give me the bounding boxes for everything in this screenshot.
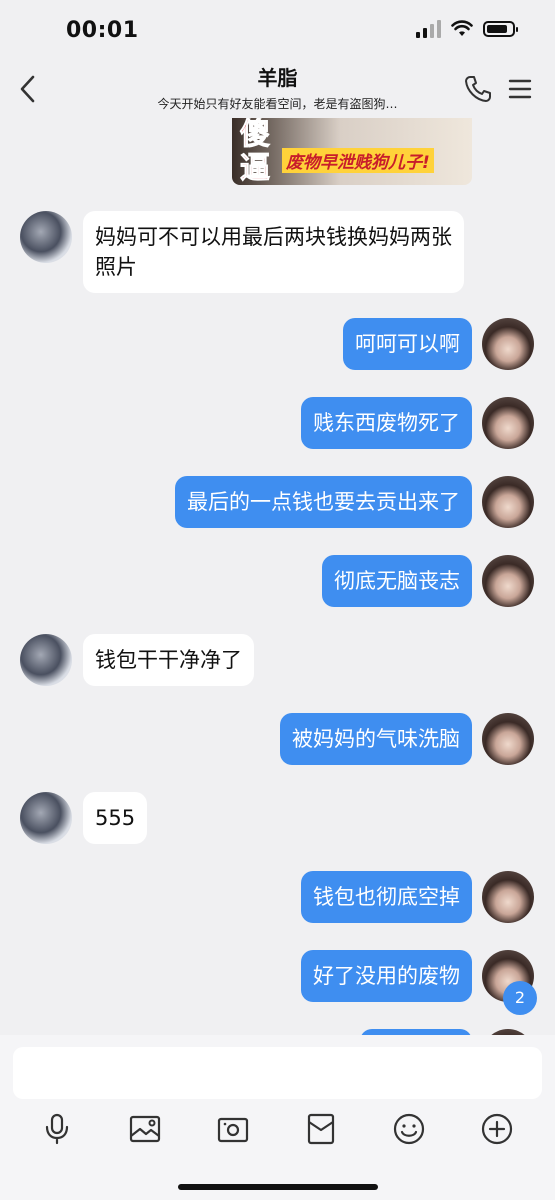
battery-icon — [483, 21, 518, 37]
unread-count-badge[interactable]: 2 — [503, 981, 537, 1015]
plus-icon[interactable] — [480, 1112, 514, 1146]
phone-call-icon[interactable] — [463, 74, 493, 104]
photo-icon[interactable] — [128, 1112, 162, 1146]
contact-avatar[interactable] — [20, 792, 72, 844]
my-avatar[interactable] — [482, 476, 534, 528]
my-avatar[interactable] — [482, 871, 534, 923]
signal-icon — [416, 20, 441, 38]
contact-avatar[interactable] — [20, 211, 72, 263]
chat-messages[interactable]: 傻逼 废物早泄贱狗儿子! 妈妈可不可以用最后两块钱换妈妈两张照片 呵呵可以啊 贱… — [0, 118, 555, 1035]
message-bubble[interactable]: 呵呵可以啊 — [343, 318, 472, 370]
emoji-icon[interactable] — [392, 1112, 426, 1146]
message-bubble[interactable]: 好了没用的废物 — [301, 950, 472, 1002]
status-time: 00:01 — [66, 18, 139, 43]
message-bubble[interactable]: 妈妈可不可以用最后两块钱换妈妈两张照片 — [83, 211, 464, 293]
composer-panel — [0, 1035, 555, 1200]
red-packet-icon[interactable] — [304, 1112, 338, 1146]
my-avatar[interactable] — [482, 713, 534, 765]
contact-avatar[interactable] — [20, 634, 72, 686]
message-bubble[interactable]: 贱东西废物死了 — [301, 397, 472, 449]
status-bar: 00:01 — [0, 0, 555, 62]
menu-icon[interactable] — [505, 74, 535, 104]
image-text: 傻逼 — [240, 118, 271, 185]
message-input[interactable] — [13, 1047, 542, 1099]
image-caption: 废物早泄贱狗儿子! — [282, 148, 434, 173]
chat-header: 羊脂 今天开始只有好友能看空间，老是有盗图狗… — [0, 62, 555, 118]
my-avatar[interactable] — [482, 555, 534, 607]
message-bubble[interactable]: 555 — [83, 792, 148, 844]
camera-icon[interactable] — [216, 1112, 250, 1146]
my-avatar[interactable] — [482, 318, 534, 370]
image-message[interactable]: 傻逼 废物早泄贱狗儿子! — [232, 118, 472, 185]
message-bubble[interactable]: 最后的一点钱也要去贡出来了 — [175, 476, 472, 528]
message-bubble[interactable]: 被妈妈的气味洗脑 — [280, 713, 472, 765]
input-toolbar — [0, 1109, 555, 1149]
my-avatar[interactable] — [482, 397, 534, 449]
message-bubble[interactable]: 钱包也彻底空掉 — [301, 871, 472, 923]
mic-icon[interactable] — [40, 1112, 74, 1146]
message-bubble[interactable]: 彻底无脑丧志 — [322, 555, 472, 607]
wifi-icon — [451, 20, 473, 36]
home-indicator[interactable] — [178, 1184, 378, 1190]
message-bubble[interactable]: 钱包干干净净了 — [83, 634, 254, 686]
